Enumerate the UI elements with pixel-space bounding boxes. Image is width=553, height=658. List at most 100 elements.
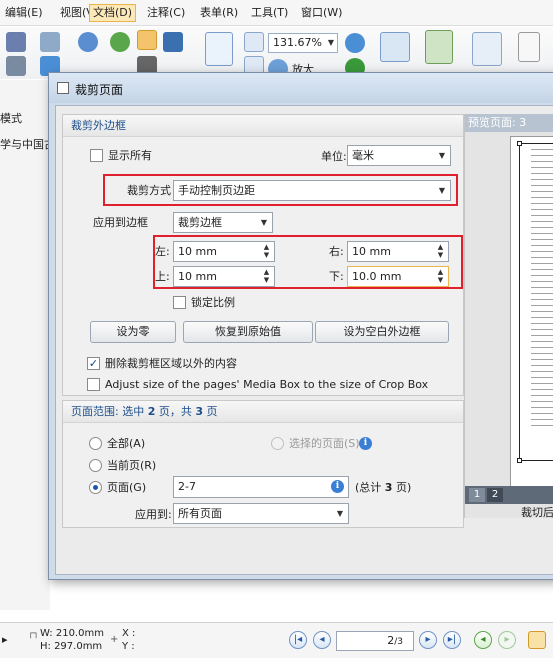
- page-range-title: 页面范围: 选中 2 页，共 3 页: [63, 401, 463, 423]
- crop-handle[interactable]: [517, 458, 522, 463]
- total-pages-label: (总计 3 页): [355, 481, 411, 495]
- email-icon[interactable]: [40, 32, 60, 52]
- menu-comment[interactable]: 注释(C): [144, 4, 188, 22]
- page-range-input[interactable]: 2-7 i: [173, 476, 349, 498]
- page-range-suffix: 页: [206, 405, 218, 418]
- set-zero-button[interactable]: 设为零: [90, 321, 176, 343]
- lock-ratio-label: 锁定比例: [191, 296, 235, 309]
- show-all-checkbox[interactable]: [90, 149, 103, 162]
- zoom-value: 131.67%: [273, 36, 322, 49]
- next-page-icon[interactable]: ▸: [419, 631, 437, 649]
- top-margin-label: 上:: [155, 270, 170, 283]
- hand-tool-icon[interactable]: [137, 30, 157, 50]
- total-prefix: (总计: [355, 481, 382, 494]
- selected-pages-label: 选择的页面(S): [289, 437, 360, 450]
- page-range-radio[interactable]: [89, 481, 102, 494]
- set-blank-margins-button[interactable]: 设为空白外边框: [315, 321, 449, 343]
- preview-tab-1[interactable]: 1: [469, 488, 485, 502]
- page-number-box[interactable]: 2/3: [336, 631, 414, 651]
- fit-page-icon[interactable]: [244, 32, 264, 52]
- save-icon[interactable]: [6, 32, 26, 52]
- menu-document[interactable]: 文档(D): [89, 4, 137, 22]
- spin-arrows-icon[interactable]: ▲ ▼: [262, 268, 271, 284]
- unit-value: 毫米: [352, 149, 374, 162]
- menu-tools[interactable]: 工具(T): [248, 4, 291, 22]
- menu-arrow-icon: ▸: [2, 633, 8, 646]
- document-tab[interactable]: 学与中国古: [0, 136, 55, 152]
- apply-to-box-select[interactable]: 裁剪边框 ▼: [173, 212, 273, 233]
- apply-to-select[interactable]: 所有页面 ▼: [173, 503, 349, 524]
- mode-label: 模式: [0, 112, 22, 125]
- right-margin-spinner[interactable]: 10 mm ▲ ▼: [347, 241, 449, 262]
- apply-to-value: 所有页面: [178, 507, 222, 520]
- total-suffix: 页): [395, 481, 412, 494]
- preview-panel: 预览页面: 3 1 2 裁切后: [464, 114, 553, 519]
- spin-arrows-icon[interactable]: ▲ ▼: [436, 243, 445, 259]
- first-page-icon[interactable]: |◂: [289, 631, 307, 649]
- lock-ratio-checkbox[interactable]: [173, 296, 186, 309]
- selected-pages-radio[interactable]: [271, 437, 284, 450]
- image-icon[interactable]: [425, 30, 453, 64]
- magnifier-icon[interactable]: [345, 33, 365, 53]
- back-view-icon[interactable]: ◂: [474, 631, 492, 649]
- page-layout-icon[interactable]: [528, 631, 546, 649]
- menu-form[interactable]: 表单(R): [197, 4, 241, 22]
- current-page-radio[interactable]: [89, 459, 102, 472]
- zoom-combo[interactable]: 131.67% ▼: [268, 33, 338, 53]
- y-coordinate: Y :: [122, 641, 135, 652]
- unit-select[interactable]: 毫米 ▼: [347, 145, 451, 166]
- crosshair-icon: +: [110, 634, 119, 645]
- right-margin-value: 10 mm: [352, 245, 391, 258]
- adjust-media-box-checkbox[interactable]: [87, 378, 100, 391]
- status-bar: ▸ ┌┐ W: 210.0mm H: 297.0mm + X : Y : |◂ …: [0, 622, 553, 658]
- menu-bar: 编辑(E) 视图(V) 文档(D) 注释(C) 表单(R) 工具(T) 窗口(W…: [0, 0, 553, 26]
- last-page-icon[interactable]: ▸|: [443, 631, 461, 649]
- highlight-crop-mode: [103, 174, 458, 206]
- info-icon[interactable]: i: [331, 480, 344, 493]
- crop-margins-title: 裁剪外边框: [63, 115, 463, 137]
- spin-arrows-icon[interactable]: ▲ ▼: [436, 268, 445, 284]
- dialog-title-bar[interactable]: 裁剪页面: [49, 73, 553, 103]
- x-coordinate: X :: [122, 628, 136, 639]
- crop-page-icon[interactable]: [380, 32, 410, 62]
- print-icon[interactable]: [6, 56, 26, 76]
- apply-to-box-label: 应用到边框: [93, 216, 148, 229]
- crop-handle[interactable]: [517, 141, 522, 146]
- preview-title: 预览页面: 3: [465, 114, 553, 132]
- camera-icon[interactable]: [163, 32, 183, 52]
- info-icon[interactable]: i: [359, 437, 372, 450]
- actual-size-icon[interactable]: [205, 32, 233, 66]
- bottom-margin-label: 下:: [329, 270, 344, 283]
- dialog-body: 裁剪外边框 显示所有 单位: 毫米 ▼ 裁剪方式 手动控制页边距 ▼ 应用到边框…: [55, 105, 553, 575]
- text-box-icon[interactable]: [518, 32, 540, 62]
- delete-outside-checkbox[interactable]: ✓: [87, 357, 100, 370]
- chevron-down-icon: ▼: [260, 218, 267, 227]
- menu-edit[interactable]: 编辑(E): [2, 4, 46, 22]
- form-icon[interactable]: [472, 32, 502, 66]
- chevron-down-icon: ▼: [327, 38, 334, 47]
- forward-view-icon[interactable]: ▸: [498, 631, 516, 649]
- page-height: H: 297.0mm: [40, 641, 103, 652]
- left-margin-label: 左:: [155, 245, 170, 258]
- bottom-margin-spinner[interactable]: 10.0 mm ▲ ▼: [347, 266, 449, 287]
- dialog-app-icon: [57, 82, 69, 94]
- page-range-value: 2-7: [178, 480, 196, 493]
- spin-arrows-icon[interactable]: ▲ ▼: [262, 243, 271, 259]
- restore-original-button[interactable]: 恢复到原始值: [183, 321, 313, 343]
- undo-icon[interactable]: [78, 32, 98, 52]
- top-margin-spinner[interactable]: 10 mm ▲ ▼: [173, 266, 275, 287]
- left-margin-spinner[interactable]: 10 mm ▲ ▼: [173, 241, 275, 262]
- back-icon[interactable]: [110, 32, 130, 52]
- page-range-group: 页面范围: 选中 2 页，共 3 页 全部(A) 选择的页面(S) i 当前页(…: [62, 400, 464, 528]
- preview-tab-2[interactable]: 2: [487, 488, 503, 502]
- crop-rectangle[interactable]: [517, 141, 553, 463]
- preview-footer: 裁切后: [521, 506, 553, 519]
- previous-page-icon[interactable]: ◂: [313, 631, 331, 649]
- menu-window[interactable]: 窗口(W): [298, 4, 345, 22]
- chevron-down-icon: ▼: [336, 509, 343, 518]
- page-range-mid: 页，共: [158, 405, 192, 418]
- crop-page-dialog: 裁剪页面 裁剪外边框 显示所有 单位: 毫米 ▼ 裁剪方式 手动控制页边距 ▼ …: [48, 72, 553, 580]
- apply-to-box-value: 裁剪边框: [178, 216, 222, 229]
- unit-label: 单位:: [321, 150, 347, 163]
- all-pages-radio[interactable]: [89, 437, 102, 450]
